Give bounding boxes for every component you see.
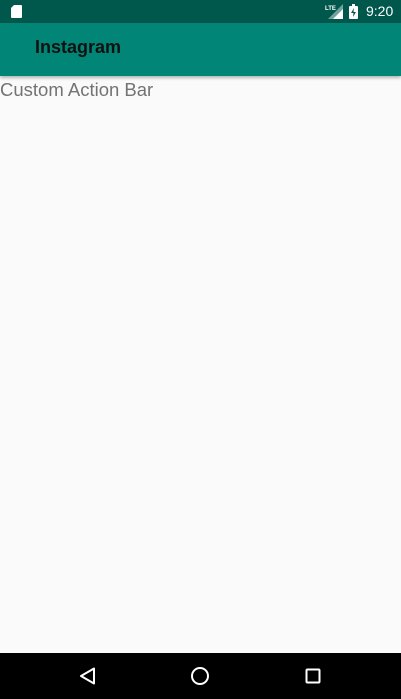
action-bar: Instagram	[0, 23, 401, 76]
back-button[interactable]	[58, 653, 118, 699]
status-time: 9:20	[366, 3, 394, 19]
lte-signal-icon: LTE	[325, 4, 343, 19]
battery-charging-icon	[349, 4, 358, 19]
action-bar-title: Instagram	[35, 37, 122, 57]
status-bar: LTE 9:20	[0, 0, 401, 23]
screen: LTE 9:20 Instagram Custom Action Bar	[0, 0, 401, 699]
recents-icon	[305, 668, 321, 684]
navigation-bar	[0, 653, 401, 699]
home-button[interactable]	[170, 653, 230, 699]
content-area: Custom Action Bar	[0, 76, 401, 653]
sd-card-icon	[11, 5, 22, 18]
custom-action-bar-label: Custom Action Bar	[0, 79, 154, 100]
back-icon	[80, 667, 95, 685]
svg-text:LTE: LTE	[325, 6, 336, 12]
recents-button[interactable]	[283, 653, 343, 699]
home-icon	[191, 667, 209, 685]
